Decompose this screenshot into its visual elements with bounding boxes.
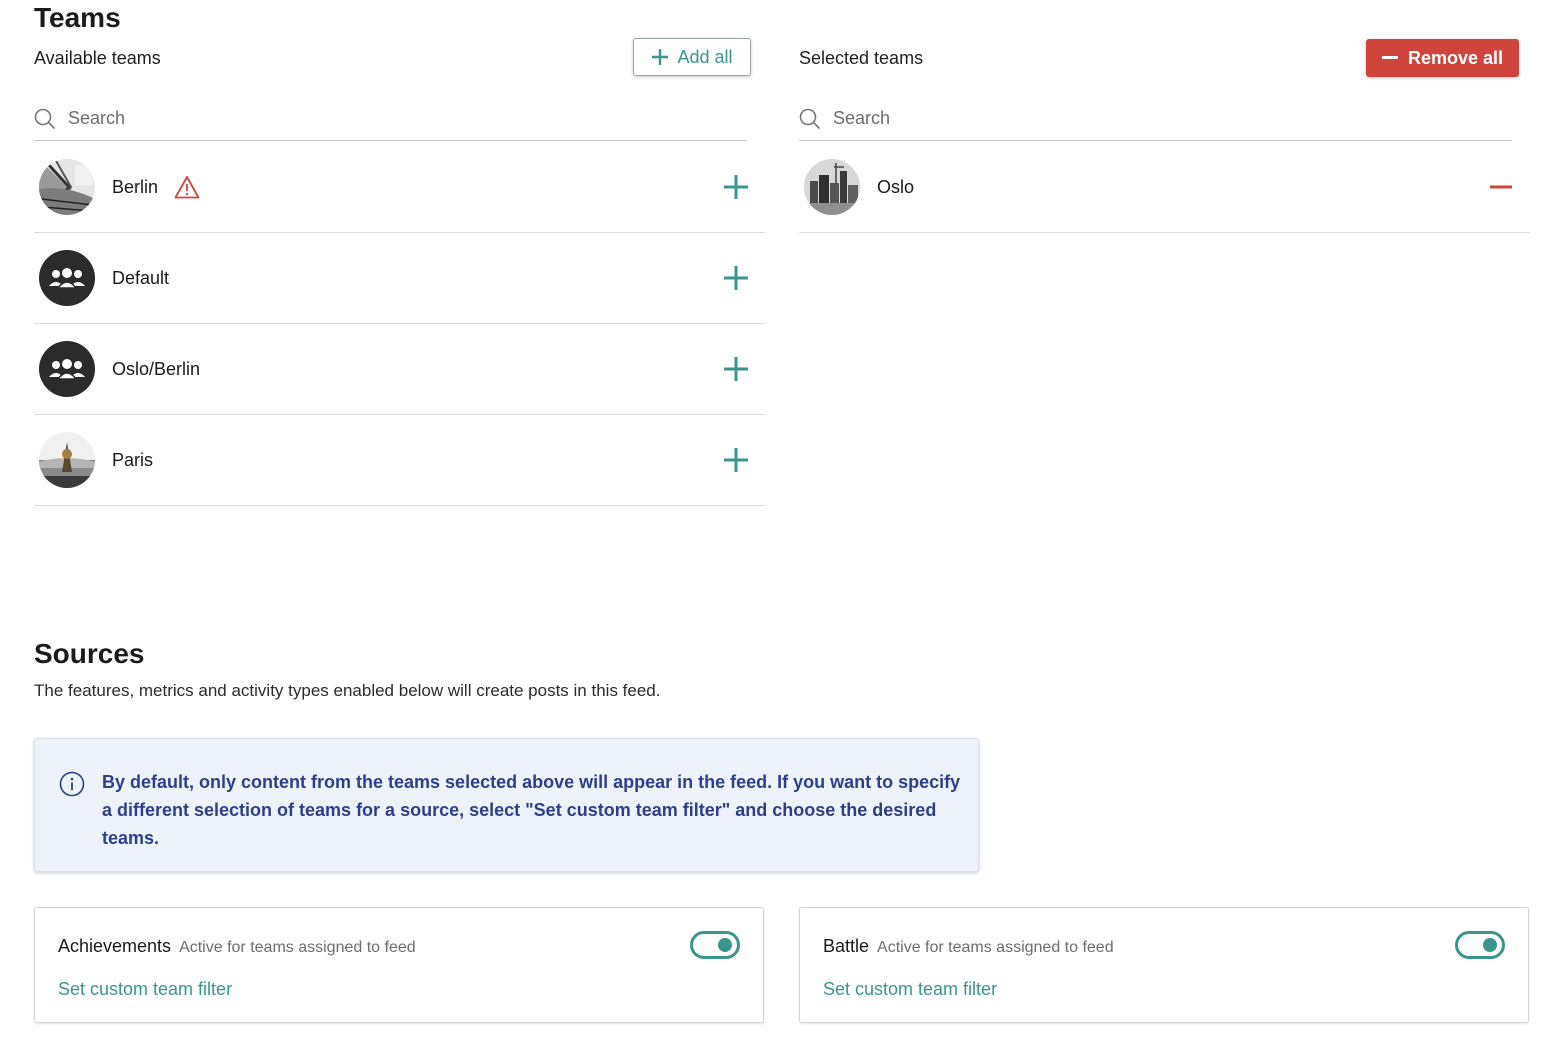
add-team-icon[interactable] bbox=[723, 447, 749, 473]
available-team-row-default: Default bbox=[34, 233, 765, 324]
selected-teams-title: Selected teams bbox=[799, 48, 924, 68]
info-text: By default, only content from the teams … bbox=[102, 772, 961, 848]
selected-team-row-oslo: Oslo bbox=[799, 142, 1530, 233]
add-team-icon[interactable] bbox=[723, 356, 749, 382]
available-team-row-paris: Paris bbox=[34, 415, 765, 506]
source-card-achievements: Achievements Active for teams assigned to… bbox=[34, 907, 764, 1023]
team-name: Oslo/Berlin bbox=[112, 358, 201, 379]
info-icon bbox=[59, 771, 85, 797]
team-name: Paris bbox=[112, 449, 154, 470]
team-name: Oslo bbox=[877, 176, 915, 197]
available-teams-title: Available teams bbox=[34, 48, 161, 68]
team-name: Berlin bbox=[112, 176, 159, 197]
add-all-button[interactable]: Add all bbox=[633, 38, 751, 76]
selected-search[interactable] bbox=[799, 97, 1512, 141]
source-toggle[interactable] bbox=[1455, 931, 1505, 959]
source-title: Battle bbox=[823, 936, 870, 956]
minus-icon bbox=[1381, 56, 1398, 59]
info-banner: By default, only content from the teams … bbox=[34, 738, 979, 872]
set-custom-team-filter-link[interactable]: Set custom team filter bbox=[58, 979, 232, 1000]
plus-icon bbox=[652, 49, 669, 65]
add-all-label: Add all bbox=[677, 46, 733, 67]
remove-all-button[interactable]: Remove all bbox=[1366, 39, 1519, 77]
available-search[interactable] bbox=[34, 97, 747, 141]
sources-heading: Sources bbox=[34, 638, 145, 669]
avatar-berlin bbox=[39, 159, 95, 215]
set-custom-team-filter-link[interactable]: Set custom team filter bbox=[823, 979, 997, 1000]
selected-teams-list: Oslo bbox=[799, 142, 1530, 233]
add-team-icon[interactable] bbox=[723, 174, 749, 200]
add-team-icon[interactable] bbox=[723, 265, 749, 291]
team-group-icon bbox=[39, 341, 95, 397]
source-card-battle: Battle Active for teams assigned to feed … bbox=[799, 907, 1529, 1023]
toggle-knob bbox=[1483, 938, 1497, 952]
toggle-knob bbox=[718, 938, 732, 952]
available-teams-list: Berlin Default Oslo/Berlin Paris bbox=[34, 142, 765, 506]
search-icon bbox=[799, 108, 821, 129]
avatar-oslo bbox=[804, 159, 860, 215]
available-team-row-oslo-berlin: Oslo/Berlin bbox=[34, 324, 765, 415]
team-name: Default bbox=[112, 267, 170, 288]
teams-heading: Teams bbox=[34, 2, 121, 33]
remove-team-icon[interactable] bbox=[1488, 174, 1514, 200]
warning-icon bbox=[174, 176, 200, 199]
remove-all-label: Remove all bbox=[1407, 47, 1504, 68]
available-search-input[interactable] bbox=[66, 107, 712, 130]
sources-description: The features, metrics and activity types… bbox=[34, 681, 661, 700]
source-status: Active for teams assigned to feed bbox=[179, 939, 416, 956]
search-icon bbox=[34, 108, 56, 129]
team-group-icon bbox=[39, 250, 95, 306]
source-toggle[interactable] bbox=[690, 931, 740, 959]
source-status: Active for teams assigned to feed bbox=[877, 939, 1114, 956]
available-team-row-berlin: Berlin bbox=[34, 142, 765, 233]
source-title: Achievements bbox=[58, 936, 172, 956]
selected-search-input[interactable] bbox=[831, 107, 1477, 130]
avatar-paris bbox=[39, 432, 95, 488]
